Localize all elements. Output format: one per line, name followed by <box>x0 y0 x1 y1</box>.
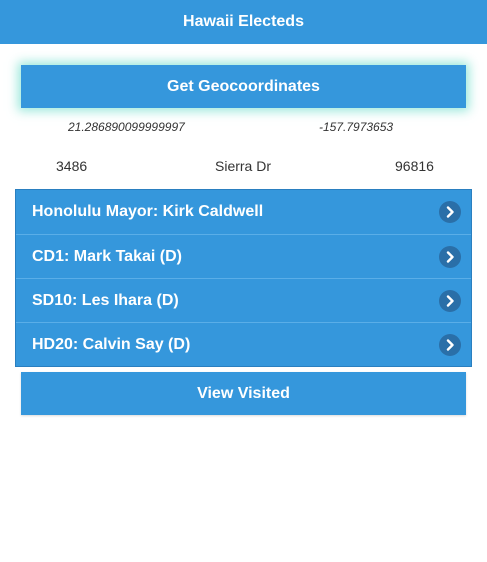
address-street: Sierra Dr <box>215 158 272 174</box>
address-number: 3486 <box>56 158 88 174</box>
app-title: Hawaii Electeds <box>183 13 304 30</box>
official-label: Honolulu Mayor: Kirk Caldwell <box>32 203 264 220</box>
chevron-right-icon <box>439 289 461 312</box>
get-geocoordinates-button[interactable]: Get Geocoordinates <box>21 65 466 108</box>
longitude-value: -157.7973653 <box>319 120 394 134</box>
official-item-hd20[interactable]: HD20: Calvin Say (D) <box>16 322 471 366</box>
address-zip: 96816 <box>395 158 434 174</box>
officials-list: Honolulu Mayor: Kirk Caldwell CD1: Mark … <box>15 189 472 367</box>
official-label: CD1: Mark Takai (D) <box>32 247 182 265</box>
chevron-right-icon <box>439 245 461 268</box>
official-item-sd10[interactable]: SD10: Les Ihara (D) <box>16 278 471 322</box>
app-header: Hawaii Electeds <box>0 0 487 44</box>
chevron-right-icon <box>439 333 461 356</box>
latitude-value: 21.286890099999997 <box>68 120 185 134</box>
official-label: SD10: Les Ihara (D) <box>32 291 179 309</box>
official-item-mayor[interactable]: Honolulu Mayor: Kirk Caldwell <box>16 190 471 234</box>
view-visited-button[interactable]: View Visited <box>21 372 466 415</box>
official-item-cd1[interactable]: CD1: Mark Takai (D) <box>16 234 471 278</box>
official-label: HD20: Calvin Say (D) <box>32 335 191 353</box>
chevron-right-icon <box>439 201 461 223</box>
